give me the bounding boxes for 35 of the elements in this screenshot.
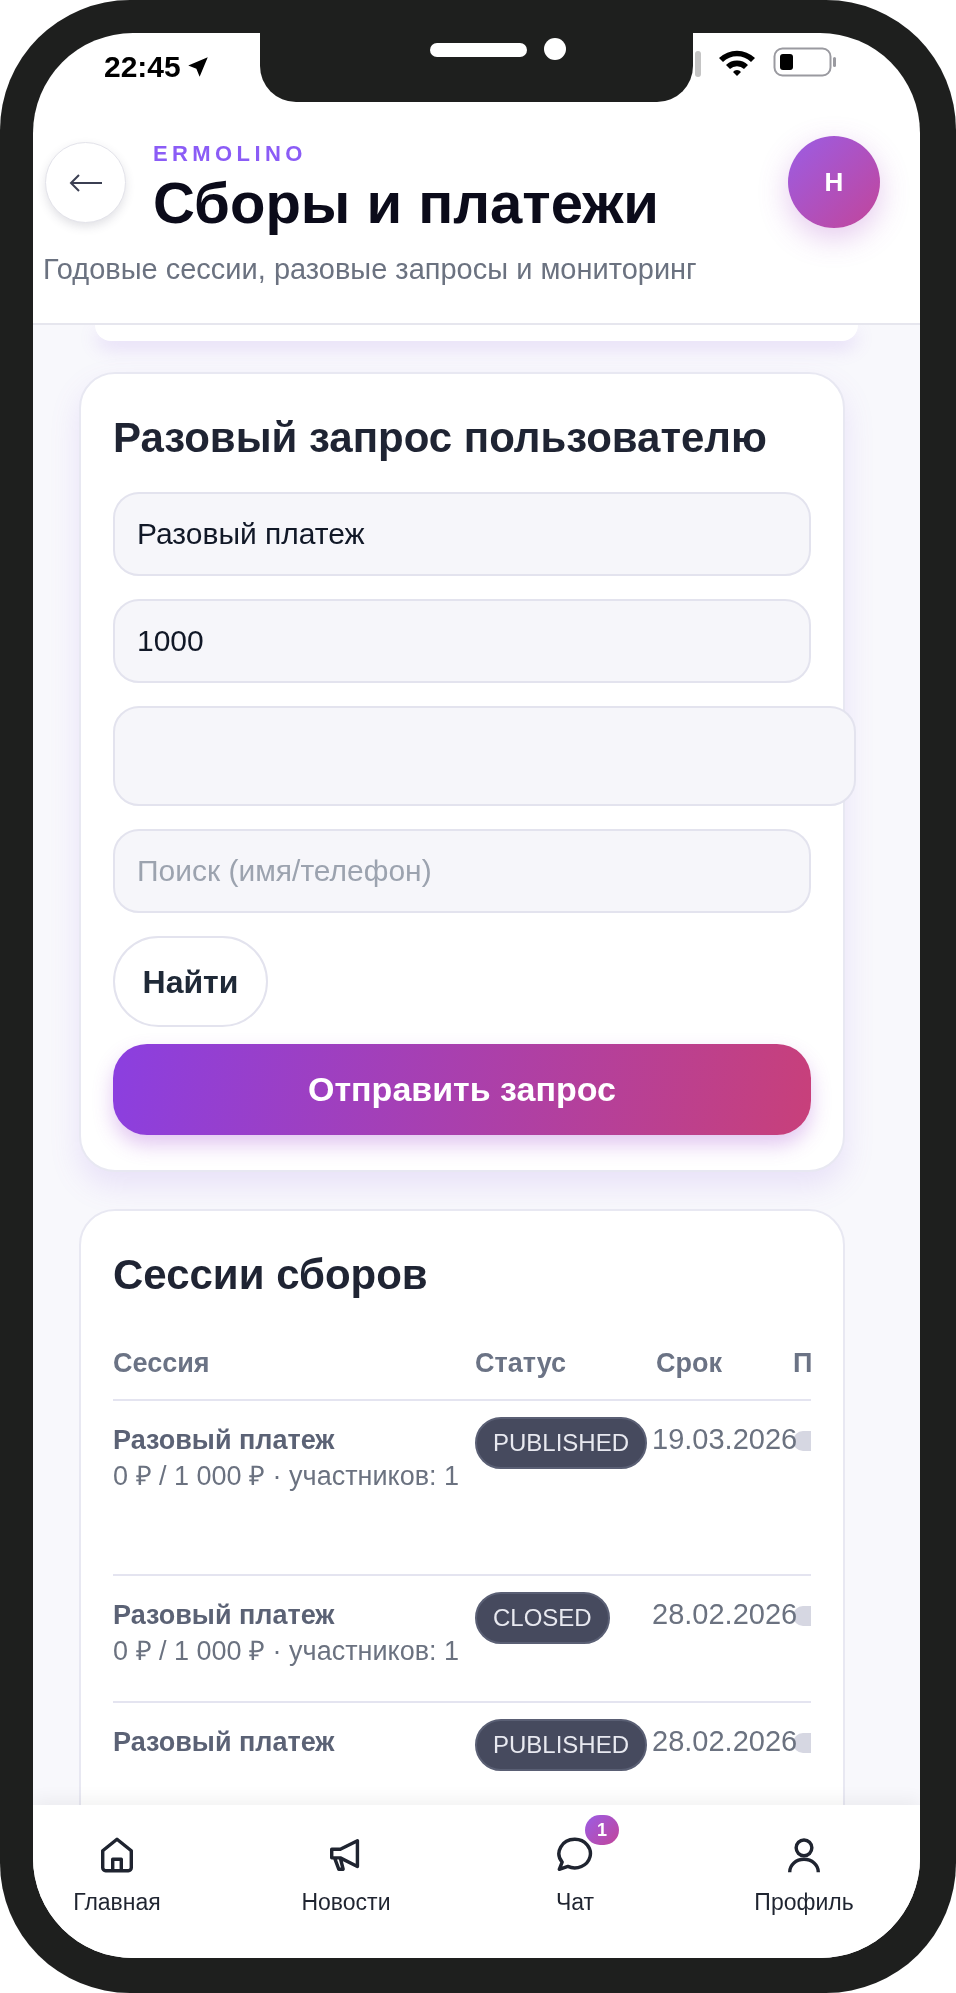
back-arrow-icon — [68, 172, 103, 193]
page-title: Сборы и платежи — [153, 173, 660, 233]
send-request-button[interactable]: Отправить запрос — [113, 1044, 811, 1135]
status-badge: CLOSED — [475, 1592, 610, 1644]
column-header: Срок — [656, 1348, 722, 1378]
brand-label: ERMOLINO — [153, 141, 308, 167]
speaker-icon — [430, 43, 527, 57]
status-badge: PUBLISHED — [475, 1417, 648, 1469]
status-time: 22:45 — [104, 49, 181, 85]
session-name: Разовый платеж — [113, 1727, 335, 1757]
find-button[interactable]: Найти — [113, 936, 268, 1027]
session-name: Разовый платеж — [113, 1425, 335, 1455]
signal-icon — [695, 51, 701, 77]
input-field[interactable]: Разовый платеж — [113, 492, 811, 576]
user-avatar[interactable]: Н — [788, 136, 880, 228]
column-header: Сессия — [113, 1348, 210, 1378]
date-text: 28.02.2026 — [652, 1598, 798, 1630]
date-text: 19.03.2026 — [652, 1423, 798, 1455]
input-field[interactable]: 1000 — [113, 599, 811, 683]
notification-badge: 1 — [585, 1815, 619, 1845]
text-area[interactable] — [113, 706, 856, 806]
session-summary: 0 ₽ / 1 000 ₽ · участников: 1 — [113, 1636, 460, 1666]
date-text: 28.02.2026 — [652, 1725, 798, 1757]
battery-icon — [773, 47, 837, 77]
column-header: П — [793, 1348, 811, 1378]
nav-tab[interactable]: Профиль — [720, 1835, 888, 1915]
back-button[interactable] — [45, 142, 126, 223]
status-badge: PUBLISHED — [475, 1719, 648, 1771]
column-header: Статус — [475, 1348, 566, 1378]
nav-tab[interactable]: Новости — [262, 1835, 430, 1915]
page-subtitle: Годовые сессии, разовые запросы и мониторинг — [43, 252, 698, 286]
search-field[interactable]: Поиск (имя/телефон) — [113, 829, 811, 913]
session-summary: 0 ₽ / 1 000 ₽ · участников: 1 — [113, 1461, 460, 1491]
nav-tab[interactable]: Главная — [33, 1835, 201, 1915]
session-name: Разовый платеж — [113, 1600, 335, 1630]
